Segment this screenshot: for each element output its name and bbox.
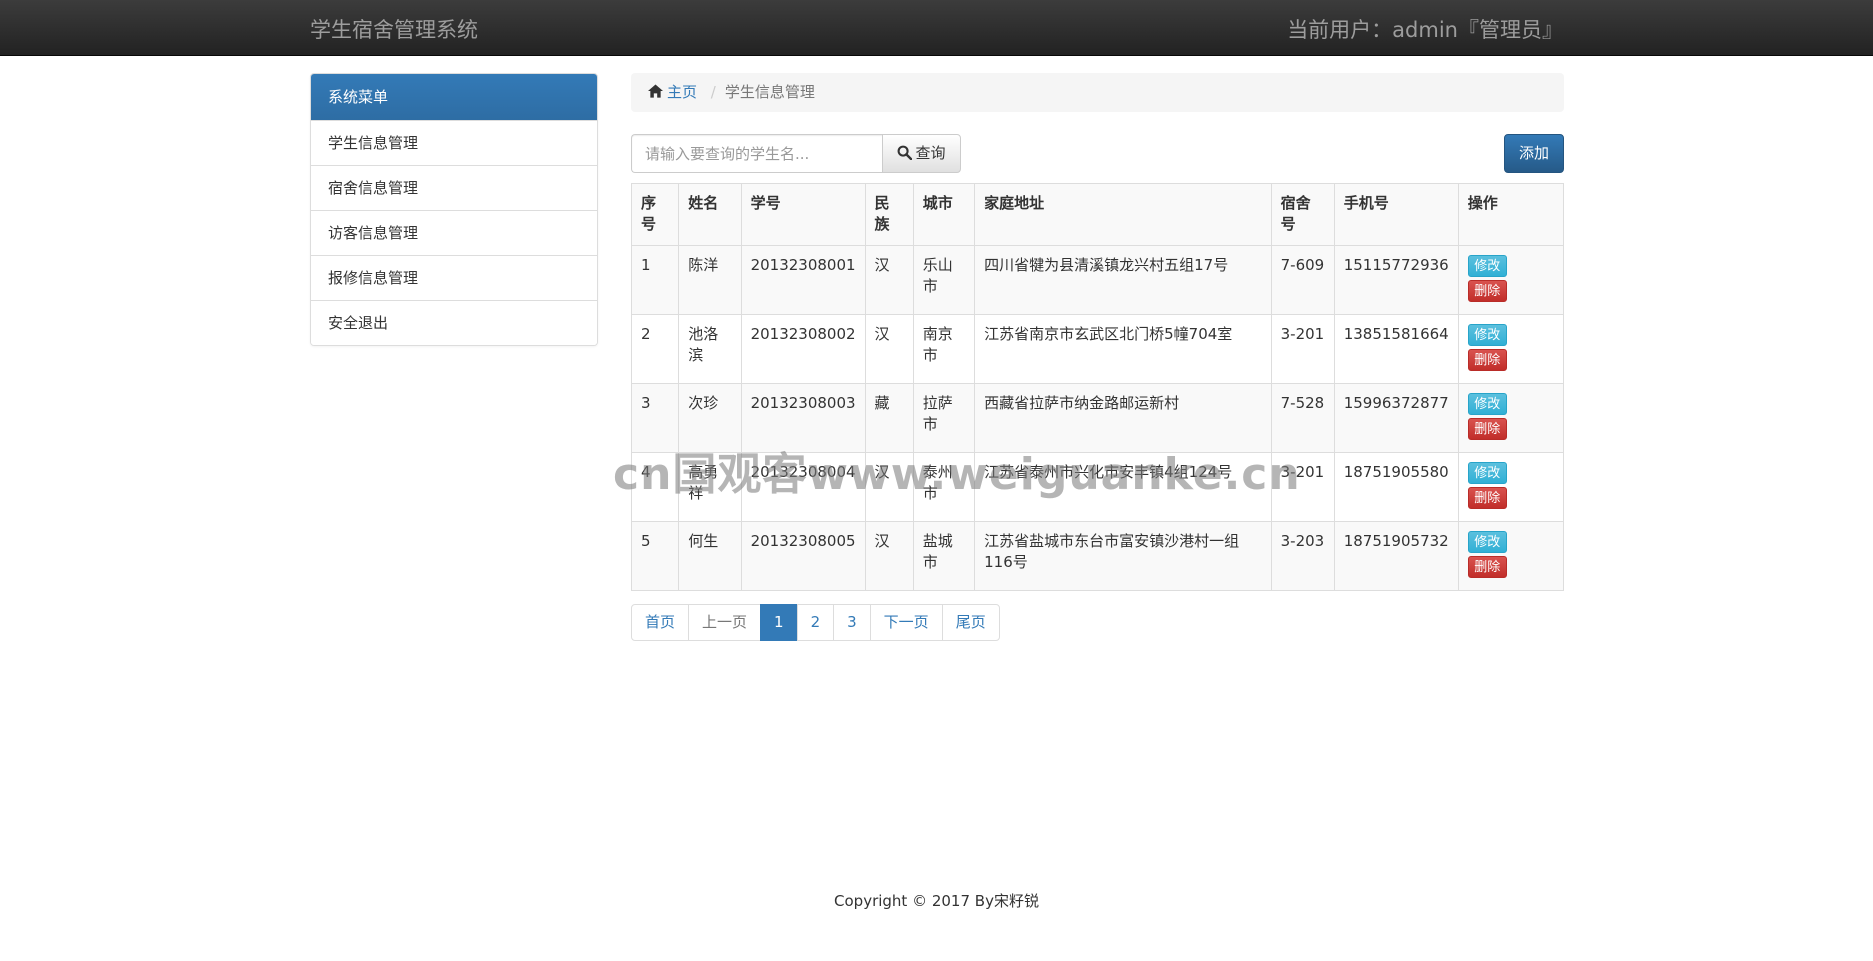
- cell-no: 1: [630, 245, 680, 315]
- cell-actions: 修改 删除: [1457, 314, 1565, 384]
- cell-phone: 15115772936: [1333, 245, 1459, 315]
- cell-sid: 20132308001: [740, 245, 866, 315]
- edit-button[interactable]: 修改: [1467, 255, 1507, 277]
- cell-ethnic: 汉: [864, 521, 914, 591]
- cell-actions: 修改 删除: [1457, 452, 1565, 522]
- col-header: 手机号: [1333, 183, 1459, 246]
- page-number-1[interactable]: 1: [760, 604, 798, 641]
- edit-button[interactable]: 修改: [1467, 462, 1507, 484]
- sidebar-menu: 系统菜单 学生信息管理 宿舍信息管理 访客信息管理 报修信息管理 安全退出: [310, 73, 598, 346]
- delete-button[interactable]: 删除: [1467, 349, 1507, 371]
- sidebar-item-student[interactable]: 学生信息管理: [311, 120, 597, 165]
- sidebar-item-repair[interactable]: 报修信息管理: [311, 255, 597, 300]
- cell-ethnic: 汉: [864, 245, 914, 315]
- cell-name: 陈洋: [678, 245, 742, 315]
- table-header-row: 序号 姓名 学号 民族 城市 家庭地址 宿舍号 手机号 操作: [630, 183, 1565, 246]
- cell-city: 南京市: [912, 314, 976, 384]
- cell-dorm: 7-609: [1270, 245, 1335, 315]
- cell-phone: 18751905580: [1333, 452, 1459, 522]
- student-table: 序号 姓名 学号 民族 城市 家庭地址 宿舍号 手机号 操作 1 陈洋 2013…: [630, 183, 1565, 591]
- cell-phone: 13851581664: [1333, 314, 1459, 384]
- sidebar-item-visitor[interactable]: 访客信息管理: [311, 210, 597, 255]
- edit-button[interactable]: 修改: [1467, 393, 1507, 415]
- breadcrumb-separator: /: [710, 83, 716, 101]
- home-icon: [648, 84, 663, 98]
- brand-title[interactable]: 学生宿舍管理系统: [310, 14, 478, 44]
- current-user: 当前用户：admin『管理员』: [1287, 18, 1563, 42]
- cell-phone: 15996372877: [1333, 383, 1459, 453]
- sidebar-item-logout[interactable]: 安全退出: [311, 300, 597, 345]
- cell-address: 四川省犍为县清溪镇龙兴村五组17号: [974, 245, 1272, 315]
- page-next[interactable]: 下一页: [869, 604, 943, 641]
- page-number-2[interactable]: 2: [796, 604, 835, 641]
- sidebar-item-dorm[interactable]: 宿舍信息管理: [311, 165, 597, 210]
- cell-no: 5: [630, 521, 680, 591]
- search-input[interactable]: [631, 134, 883, 173]
- top-navbar: 学生宿舍管理系统 当前用户：admin『管理员』: [0, 0, 1873, 56]
- table-row: 1 陈洋 20132308001 汉 乐山市 四川省犍为县清溪镇龙兴村五组17号…: [630, 245, 1565, 315]
- search-button[interactable]: 查询: [882, 134, 961, 173]
- search-icon: [898, 145, 913, 160]
- add-button[interactable]: 添加: [1504, 134, 1564, 173]
- breadcrumb-home-label[interactable]: 主页: [667, 83, 697, 101]
- table-row: 2 池洛滨 20132308002 汉 南京市 江苏省南京市玄武区北门桥5幢70…: [630, 314, 1565, 384]
- cell-phone: 18751905732: [1333, 521, 1459, 591]
- cell-dorm: 3-201: [1270, 314, 1335, 384]
- cell-actions: 修改 删除: [1457, 521, 1565, 591]
- cell-actions: 修改 删除: [1457, 245, 1565, 315]
- delete-button[interactable]: 删除: [1467, 280, 1507, 302]
- page-number-3[interactable]: 3: [833, 604, 871, 641]
- col-header: 家庭地址: [974, 183, 1272, 246]
- page-last[interactable]: 尾页: [941, 604, 1000, 641]
- cell-name: 何生: [678, 521, 742, 591]
- breadcrumb-home[interactable]: 主页: [648, 83, 702, 101]
- cell-dorm: 3-203: [1270, 521, 1335, 591]
- search-button-label: 查询: [915, 144, 946, 162]
- pagination: 首页 上一页 1 2 3 下一页 尾页: [631, 604, 1000, 641]
- search-toolbar: 查询 添加: [631, 134, 1564, 173]
- cell-ethnic: 汉: [864, 314, 914, 384]
- delete-button[interactable]: 删除: [1467, 418, 1507, 440]
- breadcrumb: 主页 / 学生信息管理: [631, 73, 1564, 112]
- page-first[interactable]: 首页: [631, 604, 690, 641]
- breadcrumb-current: 学生信息管理: [724, 83, 815, 101]
- cell-city: 乐山市: [912, 245, 976, 315]
- delete-button[interactable]: 删除: [1467, 487, 1507, 509]
- watermark: cn国观客www.weiguanke.cn: [613, 449, 1301, 500]
- col-header: 姓名: [678, 183, 742, 246]
- col-header: 操作: [1457, 183, 1565, 246]
- col-header: 宿舍号: [1270, 183, 1335, 246]
- cell-actions: 修改 删除: [1457, 383, 1565, 453]
- page-prev[interactable]: 上一页: [688, 604, 762, 641]
- col-header: 城市: [912, 183, 976, 246]
- cell-address: 江苏省盐城市东台市富安镇沙港村一组116号: [974, 521, 1272, 591]
- delete-button[interactable]: 删除: [1467, 556, 1507, 578]
- cell-name: 池洛滨: [678, 314, 742, 384]
- edit-button[interactable]: 修改: [1467, 531, 1507, 553]
- cell-city: 盐城市: [912, 521, 976, 591]
- cell-address: 江苏省南京市玄武区北门桥5幢704室: [974, 314, 1272, 384]
- main-content: 主页 / 学生信息管理 查询 添加 序号 姓名 学号 民族 城市 家庭地址 宿舍号: [630, 73, 1565, 641]
- cell-no: 2: [630, 314, 680, 384]
- sidebar-heading: 系统菜单: [311, 74, 597, 120]
- col-header: 学号: [740, 183, 866, 246]
- cell-sid: 20132308005: [740, 521, 866, 591]
- col-header: 民族: [864, 183, 914, 246]
- cell-sid: 20132308002: [740, 314, 866, 384]
- footer-copyright: Copyright © 2017 By宋籽锐: [834, 892, 1039, 910]
- edit-button[interactable]: 修改: [1467, 324, 1507, 346]
- col-header: 序号: [630, 183, 680, 246]
- table-row: 5 何生 20132308005 汉 盐城市 江苏省盐城市东台市富安镇沙港村一组…: [630, 521, 1565, 591]
